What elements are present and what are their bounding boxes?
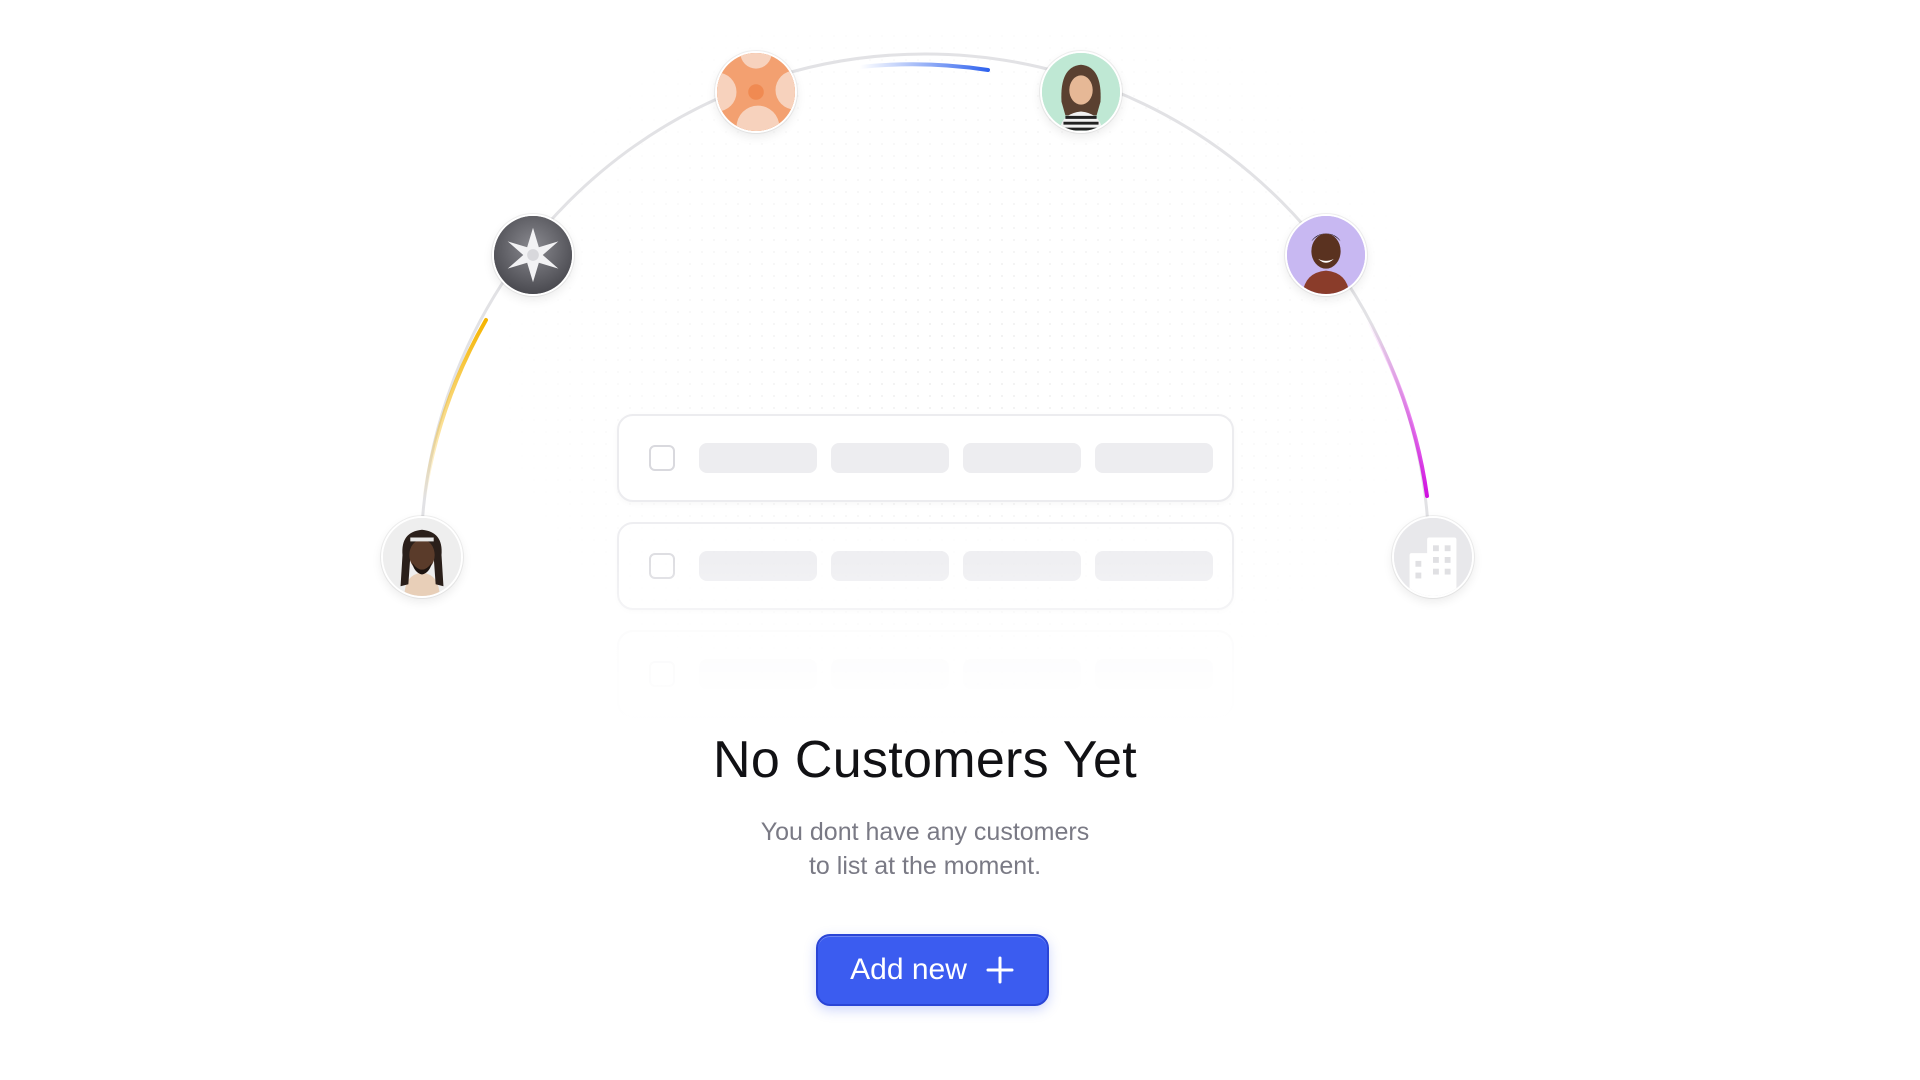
empty-state-title: No Customers Yet [713, 731, 1137, 789]
avatar-brand-orange-logo [715, 51, 797, 133]
add-new-button[interactable]: Add new [816, 934, 1049, 1006]
building-icon [1392, 516, 1474, 598]
avatar-person-woman [1040, 51, 1122, 133]
add-new-label: Add new [850, 953, 967, 986]
skeleton-row [617, 414, 1234, 502]
avatar-person-dreadlocks [381, 516, 463, 598]
skeleton-cell [963, 443, 1081, 473]
subtitle-line-1: You dont have any customers [760, 818, 1090, 846]
empty-state-canvas: No Customers Yet You dont have any custo… [0, 0, 1920, 1080]
avatar-brand-star-logo [492, 214, 574, 296]
plus-icon [985, 955, 1015, 985]
rows-fade-overlay [600, 560, 1260, 730]
subtitle-line-2: to list at the moment. [808, 852, 1042, 880]
empty-state-subtitle: You dont have any customers to list at t… [0, 815, 1850, 883]
avatar-person-man-smiling [1285, 214, 1367, 296]
skeleton-cell [831, 443, 949, 473]
row-checkbox [649, 445, 675, 471]
skeleton-cell [1095, 443, 1213, 473]
skeleton-cell [699, 443, 817, 473]
